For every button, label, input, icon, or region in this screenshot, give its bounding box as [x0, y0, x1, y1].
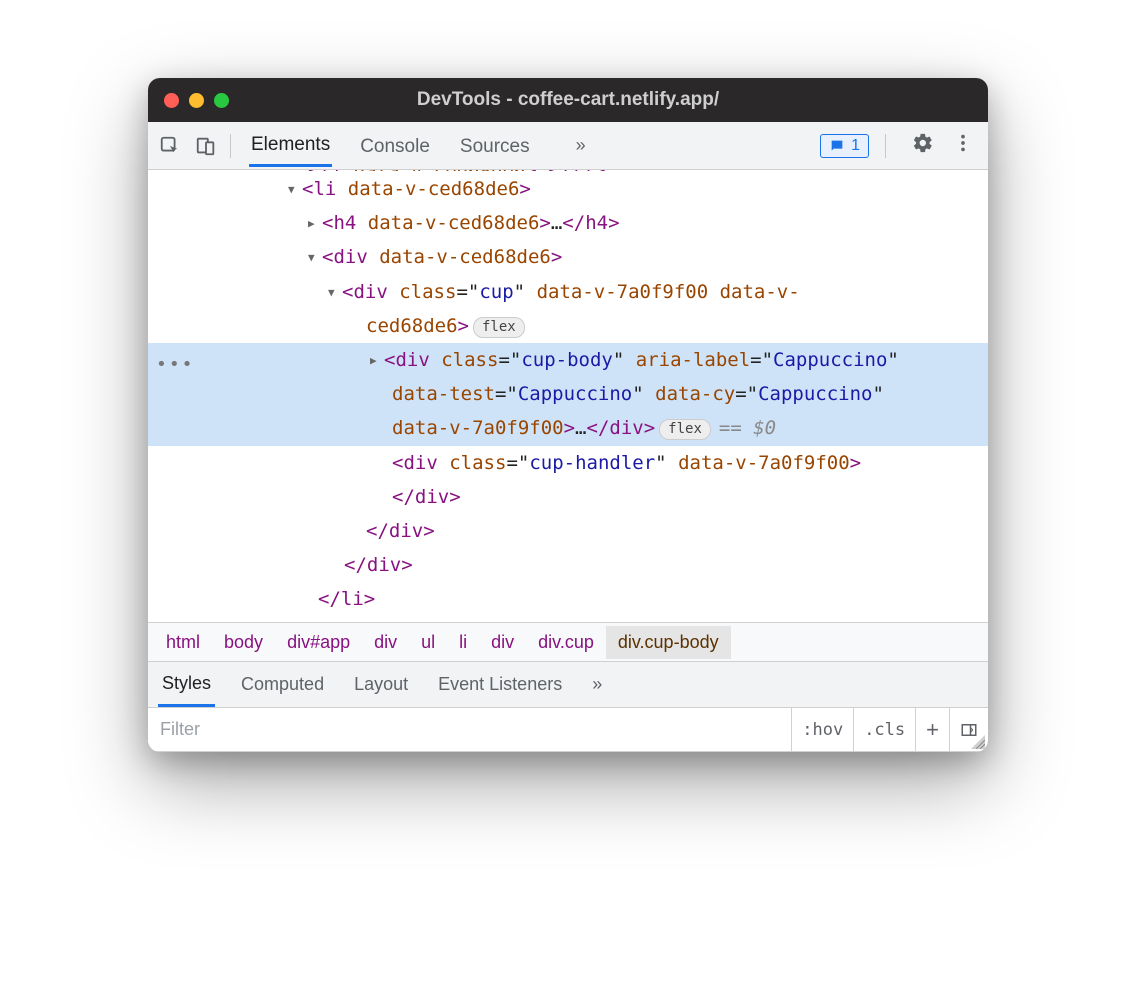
device-toolbar-icon[interactable] — [194, 134, 218, 158]
dom-row[interactable]: <li data-v-ced68de6> — [148, 172, 988, 206]
issues-count: 1 — [851, 137, 860, 155]
tab-computed[interactable]: Computed — [237, 664, 328, 705]
crumb-div[interactable]: div — [362, 626, 409, 659]
collapse-icon[interactable] — [328, 275, 342, 309]
collapse-icon[interactable] — [308, 240, 322, 274]
resize-handle-icon[interactable] — [971, 735, 985, 749]
dom-row[interactable]: <div class="cup-handler" data-v-7a0f9f00… — [148, 446, 988, 480]
tab-elements[interactable]: Elements — [249, 124, 332, 167]
tab-event-listeners[interactable]: Event Listeners — [434, 664, 566, 705]
dom-row[interactable]: </div> — [148, 514, 988, 548]
crumb-cup-body[interactable]: div.cup-body — [606, 626, 731, 659]
titlebar: DevTools - coffee-cart.netlify.app/ — [148, 78, 988, 122]
dom-row[interactable]: <div class="cup" data-v-7a0f9f00 data-v- — [148, 275, 988, 309]
separator — [230, 134, 231, 158]
dom-row-continuation[interactable]: data-v-7a0f9f00>…</div>flex== $0 — [148, 411, 988, 445]
styles-panel-tabs: Styles Computed Layout Event Listeners » — [148, 662, 988, 708]
flex-badge[interactable]: flex — [659, 419, 711, 440]
dom-row[interactable]: <div data-v-ced68de6> — [148, 240, 988, 274]
message-icon — [829, 138, 845, 154]
dom-row[interactable]: </li> — [148, 582, 988, 616]
breadcrumb: html body div#app div ul li div div.cup … — [148, 622, 988, 662]
tab-layout[interactable]: Layout — [350, 664, 412, 705]
window-title: DevTools - coffee-cart.netlify.app/ — [148, 89, 988, 111]
devtools-window: DevTools - coffee-cart.netlify.app/ Elem… — [148, 78, 988, 752]
crumb-app[interactable]: div#app — [275, 626, 362, 659]
console-ref: == $0 — [719, 417, 776, 439]
elements-tree[interactable]: <li data-v-ced68de6>…</li> <li data-v-ce… — [148, 170, 988, 622]
panel-tabs-overflow-icon[interactable]: » — [588, 664, 606, 705]
separator — [885, 134, 886, 158]
crumb-ul[interactable]: ul — [409, 626, 447, 659]
dom-row[interactable]: <h4 data-v-ced68de6>…</h4> — [148, 206, 988, 240]
toggle-hov-button[interactable]: :hov — [791, 708, 853, 751]
dom-row[interactable]: </div> — [148, 548, 988, 582]
tab-console[interactable]: Console — [358, 126, 432, 166]
dom-row-continuation[interactable]: data-test="Cappuccino" data-cy="Cappucci… — [148, 377, 988, 411]
crumb-div2[interactable]: div — [479, 626, 526, 659]
dom-row[interactable]: <div class="cup-body" aria-label="Cappuc… — [148, 343, 988, 377]
crumb-cup[interactable]: div.cup — [526, 626, 606, 659]
issues-badge[interactable]: 1 — [820, 134, 869, 158]
flex-badge[interactable]: flex — [473, 317, 525, 338]
row-actions-icon[interactable]: ••• — [156, 349, 195, 381]
dom-row-continuation[interactable]: ced68de6>flex — [148, 309, 988, 343]
crumb-html[interactable]: html — [154, 626, 212, 659]
panel-tabs: Elements Console Sources » — [249, 124, 586, 167]
collapse-icon[interactable] — [288, 172, 302, 206]
toggle-cls-button[interactable]: .cls — [853, 708, 915, 751]
settings-icon[interactable] — [912, 132, 934, 159]
crumb-body[interactable]: body — [212, 626, 275, 659]
selected-element[interactable]: ••• <div class="cup-body" aria-label="Ca… — [148, 343, 988, 446]
tab-styles[interactable]: Styles — [158, 663, 215, 707]
crumb-li[interactable]: li — [447, 626, 479, 659]
tabs-overflow-icon[interactable]: » — [576, 135, 586, 156]
expand-icon[interactable] — [308, 206, 322, 240]
expand-icon[interactable] — [370, 343, 384, 377]
more-options-icon[interactable] — [952, 132, 974, 159]
devtools-toolbar: Elements Console Sources » 1 — [148, 122, 988, 170]
styles-filter-input[interactable] — [148, 708, 791, 751]
tab-sources[interactable]: Sources — [458, 126, 532, 166]
styles-filter-row: :hov .cls + — [148, 708, 988, 752]
dom-row[interactable]: </div> — [148, 480, 988, 514]
inspect-element-icon[interactable] — [158, 134, 182, 158]
new-style-rule-button[interactable]: + — [915, 708, 949, 751]
